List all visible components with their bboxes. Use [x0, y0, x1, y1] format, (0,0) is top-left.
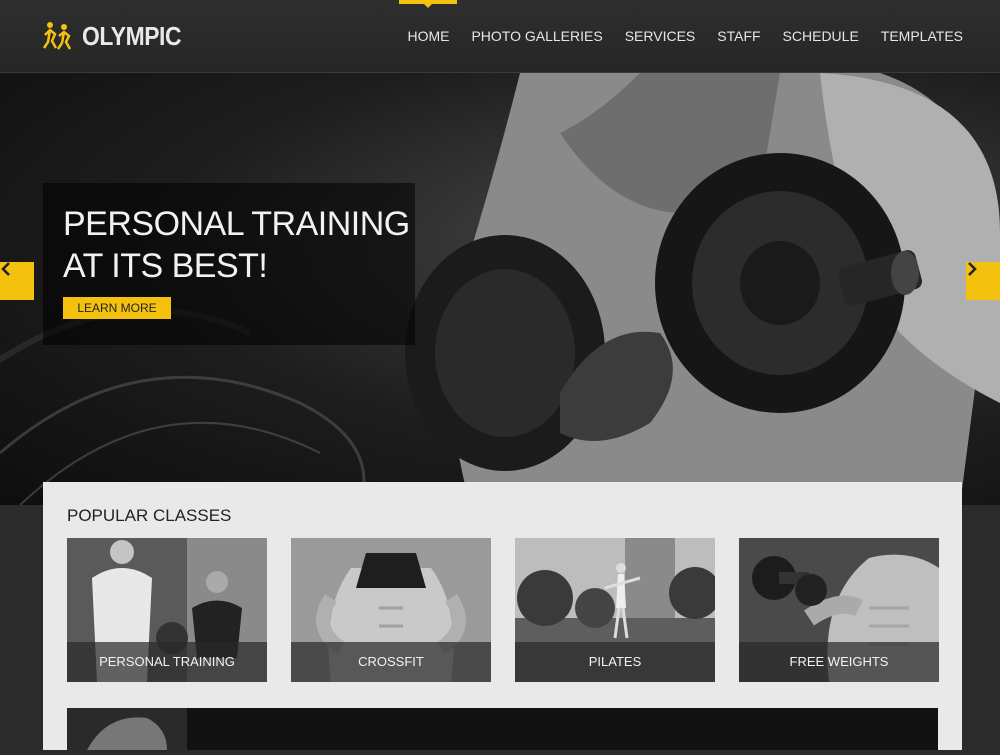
chevron-right-icon — [968, 262, 977, 276]
slider-next-button[interactable] — [966, 262, 1000, 300]
learn-more-button[interactable]: LEARN MORE — [63, 297, 171, 319]
nav-services-label: SERVICES — [624, 28, 696, 44]
bottom-panel — [67, 708, 938, 750]
class-label: PILATES — [515, 642, 715, 682]
class-label: PERSONAL TRAINING — [67, 642, 267, 682]
nav-photo-galleries-label: PHOTO GALLERIES — [471, 28, 603, 44]
nav-templates[interactable]: TEMPLATES — [870, 0, 974, 72]
hero-slider: PERSONAL TRAINING AT ITS BEST! LEARN MOR… — [0, 73, 1000, 505]
class-label: CROSSFIT — [291, 642, 491, 682]
nav-staff[interactable]: STAFF — [706, 0, 771, 72]
hero-title: PERSONAL TRAINING AT ITS BEST! — [63, 203, 410, 287]
chevron-left-icon — [1, 262, 10, 276]
brand-name: OLYMPIC — [82, 20, 182, 51]
site-header: OLYMPIC HOME PHOTO GALLERIES SERVICES ST… — [0, 0, 1000, 73]
nav-services[interactable]: SERVICES — [614, 0, 707, 72]
class-label: FREE WEIGHTS — [739, 642, 939, 682]
nav-home-label: HOME — [407, 28, 450, 44]
hero-caption: PERSONAL TRAINING AT ITS BEST! LEARN MOR… — [43, 183, 415, 345]
class-card-personal-training[interactable]: PERSONAL TRAINING — [67, 538, 267, 682]
main-nav: HOME PHOTO GALLERIES SERVICES STAFF SCHE… — [396, 0, 974, 72]
hero-title-line1: PERSONAL TRAINING — [63, 205, 410, 243]
nav-photo-galleries[interactable]: PHOTO GALLERIES — [460, 0, 613, 72]
class-card-pilates[interactable]: PILATES — [515, 538, 715, 682]
popular-classes-section: POPULAR CLASSES PERSONAL TRAINING CROSSF… — [43, 482, 962, 750]
nav-templates-label: TEMPLATES — [880, 28, 963, 44]
active-indicator — [399, 0, 458, 8]
class-card-crossfit[interactable]: CROSSFIT — [291, 538, 491, 682]
hero-title-line2: AT ITS BEST! — [63, 247, 268, 285]
bottom-panel-image — [67, 708, 187, 750]
brand-logo[interactable]: OLYMPIC — [42, 20, 195, 52]
section-heading: POPULAR CLASSES — [67, 506, 232, 525]
nav-home[interactable]: HOME — [396, 0, 460, 72]
nav-schedule[interactable]: SCHEDULE — [772, 0, 870, 72]
nav-staff-label: STAFF — [717, 28, 761, 44]
runner-logo-icon — [42, 21, 74, 51]
class-card-free-weights[interactable]: FREE WEIGHTS — [739, 538, 939, 682]
slider-prev-button[interactable] — [0, 262, 34, 300]
nav-schedule-label: SCHEDULE — [782, 28, 859, 44]
